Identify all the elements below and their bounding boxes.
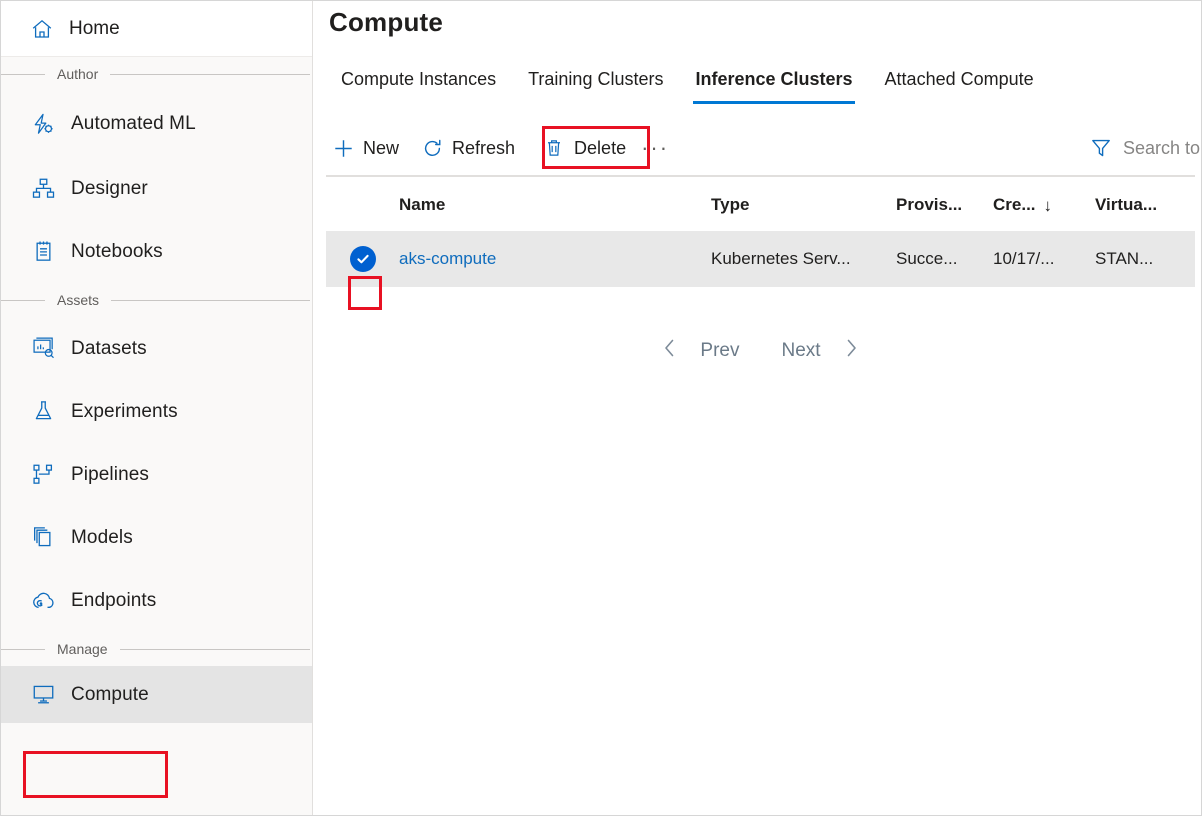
sidebar-item-compute[interactable]: Compute — [1, 666, 312, 723]
endpoints-icon — [29, 587, 57, 615]
divider-line-right — [120, 649, 310, 650]
sidebar-item-label: Datasets — [71, 338, 147, 360]
cell-name: aks-compute — [399, 249, 711, 269]
sidebar-item-label: Compute — [71, 684, 149, 706]
refresh-button-label: Refresh — [452, 138, 515, 159]
column-header-virtual-machine[interactable]: Virtua... — [1095, 195, 1195, 215]
row-checkbox[interactable] — [326, 246, 399, 272]
table-row[interactable]: aks-compute Kubernetes Serv... Succe... … — [326, 231, 1195, 287]
prev-page-button[interactable]: Prev — [688, 340, 751, 362]
new-button[interactable]: New — [321, 128, 410, 168]
sidebar-item-label: Notebooks — [71, 241, 163, 263]
models-icon — [29, 524, 57, 552]
divider-line-left — [1, 300, 45, 301]
table-header-row: Name Type Provis... Cre... ↓ Virtua... — [326, 179, 1195, 231]
refresh-button[interactable]: Refresh — [410, 128, 526, 168]
new-button-label: New — [363, 138, 399, 159]
sidebar: Home Author Automated ML — [1, 1, 313, 815]
tab-compute-instances[interactable]: Compute Instances — [325, 69, 512, 104]
sidebar-item-experiments[interactable]: Experiments — [1, 380, 312, 443]
home-icon — [29, 16, 55, 42]
column-header-created-label: Cre... — [993, 195, 1036, 215]
sidebar-item-endpoints[interactable]: Endpoints — [1, 569, 312, 632]
compute-highlight-box — [23, 751, 168, 798]
cell-type: Kubernetes Serv... — [711, 249, 896, 269]
refresh-icon — [421, 137, 443, 159]
tab-bar: Compute Instances Training Clusters Infe… — [325, 69, 1050, 104]
sidebar-item-label: Endpoints — [71, 590, 156, 612]
ellipsis-icon[interactable]: ··· — [637, 128, 673, 168]
column-header-created[interactable]: Cre... ↓ — [993, 195, 1095, 215]
filter-funnel-icon — [1089, 136, 1113, 160]
sidebar-item-datasets[interactable]: Datasets — [1, 317, 312, 380]
sidebar-item-home-label: Home — [69, 18, 120, 40]
sidebar-group-label: Manage — [45, 641, 120, 657]
sidebar-group-label: Author — [45, 66, 110, 82]
sidebar-group-assets: Assets — [1, 283, 312, 317]
search-input[interactable]: Search to filter items... — [1123, 138, 1201, 159]
sidebar-item-designer[interactable]: Designer — [1, 157, 312, 220]
automated-ml-icon — [29, 110, 57, 138]
delete-button[interactable]: Delete — [532, 128, 637, 168]
main-content: Compute Compute Instances Training Clust… — [313, 1, 1201, 815]
column-header-provisioning[interactable]: Provis... — [896, 195, 993, 215]
sidebar-item-automated-ml[interactable]: Automated ML — [1, 91, 312, 157]
checkbox-checked-icon[interactable] — [350, 246, 376, 272]
column-header-name[interactable]: Name — [399, 195, 711, 215]
sidebar-item-label: Experiments — [71, 401, 178, 423]
cell-created-on: 10/17/... — [993, 249, 1095, 269]
cell-provisioning-state: Succe... — [896, 249, 993, 269]
sidebar-item-label: Automated ML — [71, 113, 196, 135]
compute-name-link[interactable]: aks-compute — [399, 249, 496, 268]
sidebar-item-notebooks[interactable]: Notebooks — [1, 220, 312, 283]
divider-line-left — [1, 74, 45, 75]
divider-line-left — [1, 649, 45, 650]
divider-line-right — [110, 74, 310, 75]
tab-inference-clusters[interactable]: Inference Clusters — [679, 69, 868, 104]
pagination: Prev Next — [326, 337, 1195, 364]
designer-icon — [29, 175, 57, 203]
sidebar-item-label: Models — [71, 527, 133, 549]
sidebar-item-label: Designer — [71, 178, 148, 200]
trash-icon — [543, 137, 565, 159]
divider-line-right — [111, 300, 310, 301]
experiments-icon — [29, 398, 57, 426]
toolbar-divider — [326, 175, 1195, 177]
tab-attached-compute[interactable]: Attached Compute — [869, 69, 1050, 104]
page-title: Compute — [329, 7, 443, 38]
datasets-icon — [29, 335, 57, 363]
sort-descending-icon: ↓ — [1044, 197, 1053, 214]
chevron-left-icon[interactable] — [651, 337, 688, 364]
search-filter[interactable]: Search to filter items... — [1089, 129, 1201, 167]
cell-virtual-machine-size: STAN... — [1095, 249, 1195, 269]
app-window: Home Author Automated ML — [0, 0, 1202, 816]
compute-icon — [29, 681, 57, 709]
notebooks-icon — [29, 238, 57, 266]
sidebar-group-author: Author — [1, 57, 312, 91]
sidebar-item-home[interactable]: Home — [1, 1, 312, 57]
pipelines-icon — [29, 461, 57, 489]
sidebar-group-manage: Manage — [1, 632, 312, 666]
tab-training-clusters[interactable]: Training Clusters — [512, 69, 679, 104]
command-toolbar: New Refresh — [321, 127, 673, 169]
sidebar-item-models[interactable]: Models — [1, 506, 312, 569]
compute-table: Name Type Provis... Cre... ↓ Virtua... — [326, 179, 1195, 287]
sidebar-item-pipelines[interactable]: Pipelines — [1, 443, 312, 506]
delete-button-label: Delete — [574, 138, 626, 159]
chevron-right-icon[interactable] — [833, 337, 870, 364]
plus-icon — [332, 137, 354, 159]
sidebar-item-label: Pipelines — [71, 464, 149, 486]
next-page-button[interactable]: Next — [770, 340, 833, 362]
column-header-type[interactable]: Type — [711, 195, 896, 215]
sidebar-group-label: Assets — [45, 292, 111, 308]
